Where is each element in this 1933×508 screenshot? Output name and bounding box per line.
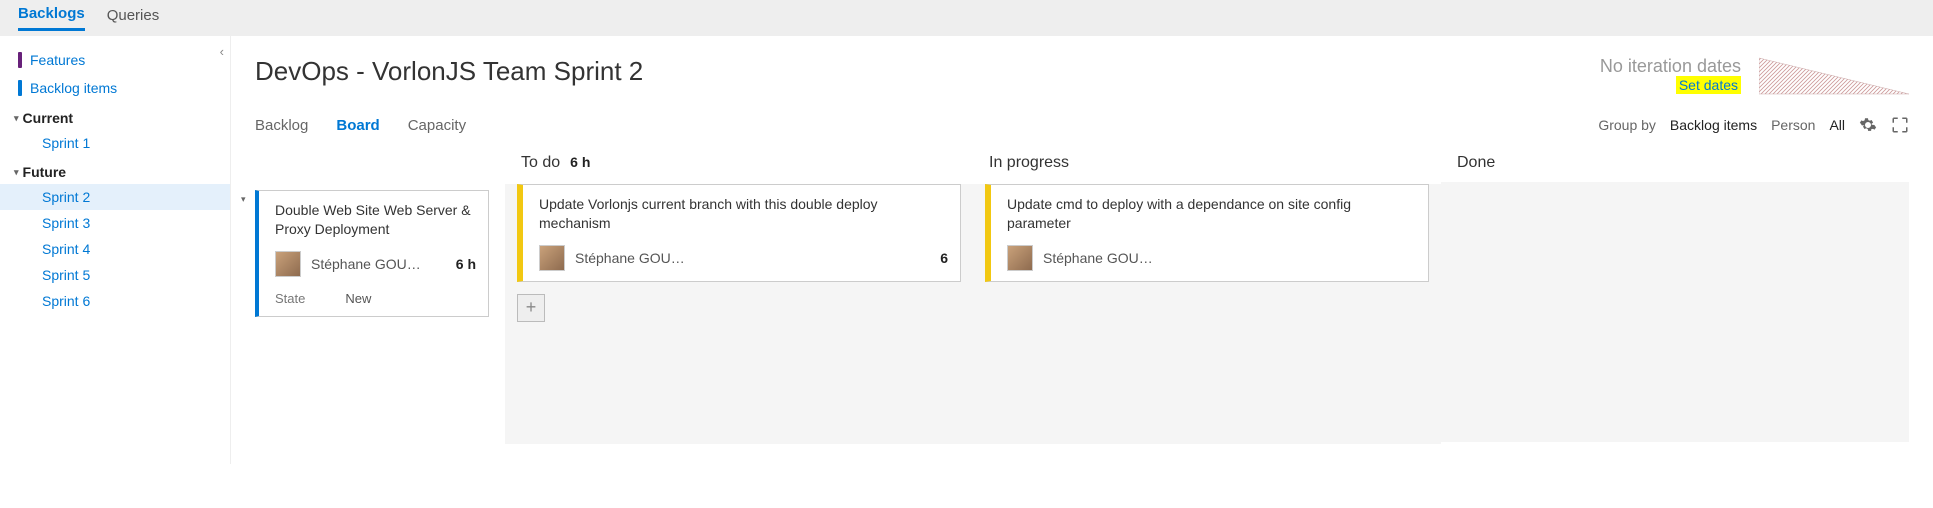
burndown-chart-icon[interactable] [1759,56,1909,96]
view-tab-board[interactable]: Board [336,117,379,134]
sidebar-collapse-icon[interactable]: ‹ [220,44,224,59]
card-hours: 6 [940,250,948,266]
column-header: In progress [989,154,1069,172]
chevron-down-icon: ▾ [14,167,19,178]
board-column-inprogress: In progress Update cmd to deploy with a … [973,154,1441,444]
card-assignee: Stéphane GOU… [1043,250,1416,266]
top-tab-bar: Backlogs Queries [0,0,1933,36]
person-label: Person [1771,117,1815,133]
column-header: Done [1457,154,1495,172]
card-title: Update cmd to deploy with a dependance o… [1007,195,1416,233]
card-state-value: New [345,291,371,306]
card-title: Update Vorlonjs current branch with this… [539,195,948,233]
tab-queries[interactable]: Queries [107,7,160,30]
card-title: Double Web Site Web Server & Proxy Deplo… [275,201,476,239]
sidebar-item-sprint-3[interactable]: Sprint 3 [0,210,230,236]
column-hours: 6 h [570,154,590,170]
backlog-color-icon [18,80,22,96]
sidebar-group-current[interactable]: ▾ Current [0,102,230,130]
sidebar-group-label: Future [23,164,67,180]
card-assignee: Stéphane GOU… [575,250,930,266]
board-column-backlog: ▾ Double Web Site Web Server & Proxy Dep… [255,154,505,317]
view-tabs: Backlog Board Capacity [255,117,466,134]
main-content: DevOps - VorlonJS Team Sprint 2 No itera… [230,36,1933,464]
add-card-button[interactable]: + [517,294,545,322]
chevron-down-icon: ▾ [14,113,19,124]
gear-icon[interactable] [1859,116,1877,134]
person-value[interactable]: All [1829,117,1845,133]
board-column-todo: To do 6 h Update Vorlonjs current branch… [505,154,973,444]
card-hours: 6 h [456,256,476,272]
tab-backlogs[interactable]: Backlogs [18,5,85,31]
avatar [539,245,565,271]
task-card[interactable]: Update cmd to deploy with a dependance o… [985,184,1429,282]
view-tab-capacity[interactable]: Capacity [408,117,466,134]
backlog-item-card[interactable]: Double Web Site Web Server & Proxy Deplo… [255,190,489,317]
chevron-down-icon[interactable]: ▾ [241,194,246,205]
column-header: To do [521,154,560,172]
sidebar-link-features[interactable]: Features [0,46,230,74]
no-iteration-dates-label: No iteration dates [1600,56,1741,77]
board-controls: Group by Backlog items Person All [1598,116,1909,134]
sidebar-link-backlog-items[interactable]: Backlog items [0,74,230,102]
sidebar-item-sprint-2[interactable]: Sprint 2 [0,184,230,210]
kanban-board: ▾ Double Web Site Web Server & Proxy Dep… [255,154,1909,444]
group-by-value[interactable]: Backlog items [1670,117,1757,133]
avatar [1007,245,1033,271]
set-dates-link[interactable]: Set dates [1676,76,1741,94]
sidebar-item-sprint-5[interactable]: Sprint 5 [0,262,230,288]
group-by-label: Group by [1598,117,1656,133]
sidebar-label-backlog-items: Backlog items [30,80,117,96]
fullscreen-icon[interactable] [1891,116,1909,134]
card-state-label: State [275,291,305,306]
sidebar-group-future[interactable]: ▾ Future [0,156,230,184]
sidebar-item-sprint-6[interactable]: Sprint 6 [0,288,230,314]
sidebar-label-features: Features [30,52,85,68]
task-card[interactable]: Update Vorlonjs current branch with this… [517,184,961,282]
avatar [275,251,301,277]
iteration-dates-block: No iteration dates Set dates [1600,56,1909,96]
card-assignee: Stéphane GOU… [311,256,446,272]
page-title: DevOps - VorlonJS Team Sprint 2 [255,56,643,87]
board-column-done: Done [1441,154,1909,442]
sidebar: ‹ Features Backlog items ▾ Current Sprin… [0,36,230,464]
features-color-icon [18,52,22,68]
sidebar-item-sprint-1[interactable]: Sprint 1 [0,130,230,156]
view-tab-backlog[interactable]: Backlog [255,117,308,134]
sidebar-group-label: Current [23,110,74,126]
sidebar-item-sprint-4[interactable]: Sprint 4 [0,236,230,262]
